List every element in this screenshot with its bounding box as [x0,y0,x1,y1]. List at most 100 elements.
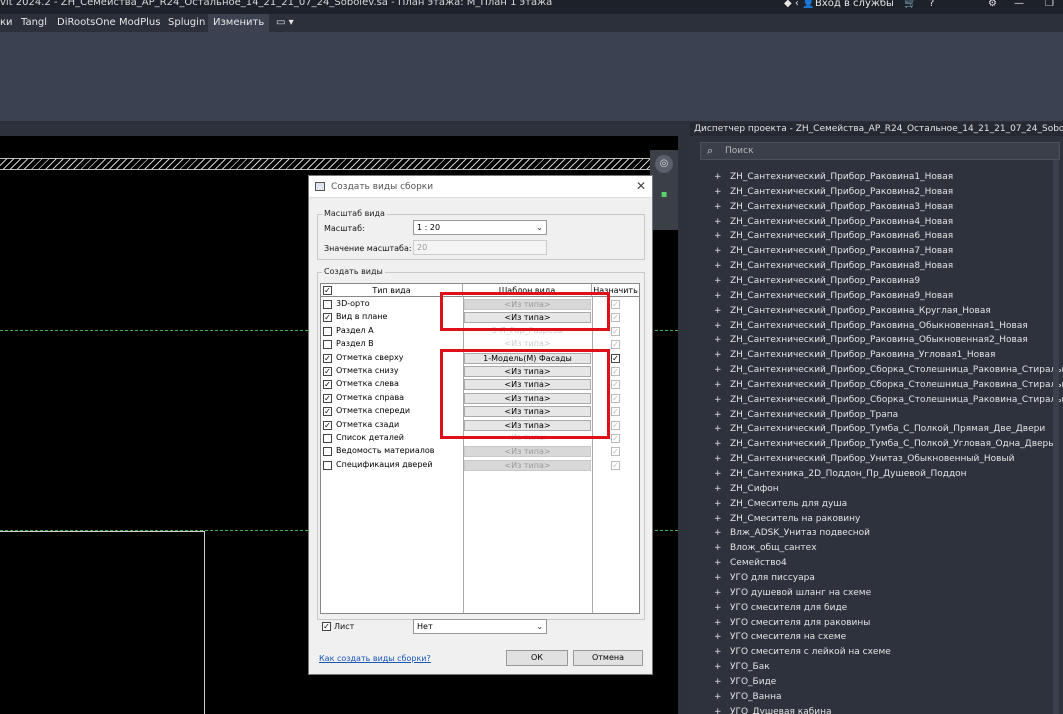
expand-icon[interactable]: + [714,185,724,199]
browser-tree-item[interactable]: + ZH_Сантехнический_Прибор_Сборка_Столешн… [714,378,1063,392]
expand-icon[interactable]: + [714,437,724,451]
expand-icon[interactable]: + [714,393,724,407]
expand-icon[interactable]: + [714,378,724,392]
help-link[interactable]: Как создать виды сборки? [319,654,431,663]
browser-tree-item[interactable]: + ZH_Сантехника_2D_Поддон_Пр_Душевой_Подд… [714,467,967,481]
restore-icon[interactable]: ❐ [1045,0,1054,9]
expand-icon[interactable]: + [714,333,724,347]
browser-tree-item[interactable]: + УГО смесителя для раковины [714,616,870,630]
browser-scrollbar[interactable] [1053,160,1059,714]
browser-tree-item[interactable]: + УГО_Бак [714,660,770,674]
view-row-checkbox[interactable]: ✓ [323,367,332,376]
browser-tree-item[interactable]: + ZH_Сантехнический_Прибор_Раковина2_Нова… [714,185,953,199]
view-row-checkbox[interactable] [323,326,332,336]
browser-tree-item[interactable]: + УГО смесителя с лейкой на схеме [714,645,891,659]
menu-item-modify[interactable]: Изменить [208,14,270,32]
browser-tree-item[interactable]: + Влож_общ_сантех [714,541,817,555]
view-row-checkbox[interactable] [323,447,332,457]
browser-tree-item[interactable]: + ZH_Сантехнический_Прибор_Раковина3_Нова… [714,200,953,214]
assign-checkbox[interactable]: ✓ [611,367,620,376]
expand-icon[interactable]: + [714,363,724,377]
view-row-checkbox[interactable]: ✓ [323,420,332,430]
assign-checkbox[interactable]: ✓ [611,420,620,430]
assign-checkbox[interactable]: ✓ [611,353,620,363]
help-icon[interactable]: ? [929,0,934,9]
expand-icon[interactable]: + [714,586,724,600]
expand-icon[interactable]: + [714,274,724,288]
browser-tree-item[interactable]: + Влж_ADSK_Унитаз подвесной [714,526,870,540]
assign-checkbox[interactable]: ✓ [611,300,620,309]
expand-icon[interactable]: + [714,215,724,229]
expand-icon[interactable]: + [714,526,724,540]
browser-tree-item[interactable]: + ZH_Сантехнический_Прибор_Раковина4_Нова… [714,215,953,229]
browser-tree-item[interactable]: + УГО смесителя на схеме [714,630,846,644]
browser-tree-item[interactable]: + УГО_Душевая кабина [714,705,832,714]
browser-tree-item[interactable]: + УГО_Ванна [714,690,782,704]
assign-checkbox[interactable]: ✓ [611,407,620,417]
browser-tree-item[interactable]: + ZH_Смеситель для душа [714,497,847,511]
assign-checkbox[interactable]: ✓ [611,326,620,336]
browser-tree-item[interactable]: + ZH_Сантехнический_Прибор_Раковина_Углов… [714,348,995,362]
browser-tree-item[interactable]: + ZH_Сантехнический_Прибор_Сборка_Столешн… [714,363,1063,377]
browser-tree-item[interactable]: + ZH_Сантехнический_Прибор_Раковина7_Нова… [714,244,953,258]
close-icon[interactable]: ✕ [636,179,646,193]
expand-icon[interactable]: + [714,348,724,362]
browser-tree-item[interactable]: + Семейство4 [714,556,787,570]
expand-icon[interactable]: + [714,229,724,243]
view-row-checkbox[interactable]: ✓ [323,313,332,323]
view-row-checkbox[interactable]: ✓ [323,407,332,417]
browser-tree-item[interactable]: + УГО смесителя для биде [714,601,847,615]
expand-icon[interactable]: + [714,616,724,630]
expand-icon[interactable]: + [714,497,724,511]
select-all-checkbox[interactable]: ✓ [323,286,332,295]
steering-wheel-icon[interactable]: ◎ [655,155,673,173]
expand-icon[interactable]: + [714,467,724,481]
browser-tree-item[interactable]: + ZH_Смеситель на раковину [714,512,860,526]
cart-icon[interactable]: 🛒 [904,0,916,9]
cancel-button[interactable]: Отмена [573,650,643,666]
browser-tree-item[interactable]: + ZH_Сантехнический_Прибор_Раковина8_Нова… [714,259,953,273]
expand-icon[interactable]: + [714,452,724,466]
expand-icon[interactable]: + [714,482,724,496]
browser-tree-item[interactable]: + ZH_Сантехнический_Прибор_Раковина_Обыкн… [714,319,1028,333]
menu-item-tangl[interactable]: Tangl [21,17,47,28]
assign-checkbox[interactable]: ✓ [611,313,620,323]
expand-icon[interactable]: + [714,319,724,333]
sheet-select[interactable]: Нет ⌄ [413,619,547,634]
browser-tree-item[interactable]: + ZH_Сифон [714,482,779,496]
scale-select[interactable]: 1 : 20 ⌄ [413,220,547,235]
view-row-checkbox[interactable]: ✓ [323,353,332,363]
browser-tree-item[interactable]: + ZH_Сантехнический_Прибор_Раковина1_Нова… [714,170,953,184]
expand-icon[interactable]: + [714,512,724,526]
autodesk-icon[interactable]: ⚙ [988,0,997,9]
browser-tree-item[interactable]: + ZH_Сантехнический_Прибор_Раковина6_Нова… [714,229,953,243]
expand-icon[interactable]: + [714,705,724,714]
expand-icon[interactable]: + [714,630,724,644]
panel-splitter[interactable] [678,136,690,714]
nav-arrows-icon[interactable]: ◆ ‹ [784,0,799,9]
expand-icon[interactable]: + [714,601,724,615]
expand-icon[interactable]: + [714,200,724,214]
expand-icon[interactable]: + [714,690,724,704]
ribbon-toggle-icon[interactable]: ▭ ▾ [276,17,294,28]
expand-icon[interactable]: + [714,645,724,659]
view-row-checkbox[interactable]: ✓ [323,380,332,390]
menu-item-modplus[interactable]: ModPlus [119,17,160,28]
assign-checkbox[interactable]: ✓ [611,460,620,470]
browser-tree-item[interactable]: + ZH_Сантехнический_Прибор_Тумба_С_Полкой… [714,437,1054,451]
browser-search-input[interactable]: ⌕ Поиск [700,142,1060,160]
expand-icon[interactable]: + [714,289,724,303]
browser-tree-item[interactable]: + УГО_Биде [714,675,776,689]
expand-icon[interactable]: + [714,571,724,585]
browser-tree-item[interactable]: + ZH_Сантехнический_Прибор_Трапа [714,408,898,422]
expand-icon[interactable]: + [714,422,724,436]
ok-button[interactable]: ОК [506,650,568,666]
expand-icon[interactable]: + [714,259,724,273]
browser-tree-item[interactable]: + ZH_Сантехнический_Прибор_Сборка_Столешн… [714,393,1063,407]
view-row-checkbox[interactable] [323,460,332,470]
expand-icon[interactable]: + [714,541,724,555]
assign-checkbox[interactable]: ✓ [611,393,620,403]
browser-tree-item[interactable]: + ZH_Сантехнический_Прибор_Тумба_С_Полкой… [714,422,1045,436]
sheet-checkbox[interactable]: ✓ [322,622,331,631]
browser-tree-item[interactable]: + УГО для писсуара [714,571,815,585]
